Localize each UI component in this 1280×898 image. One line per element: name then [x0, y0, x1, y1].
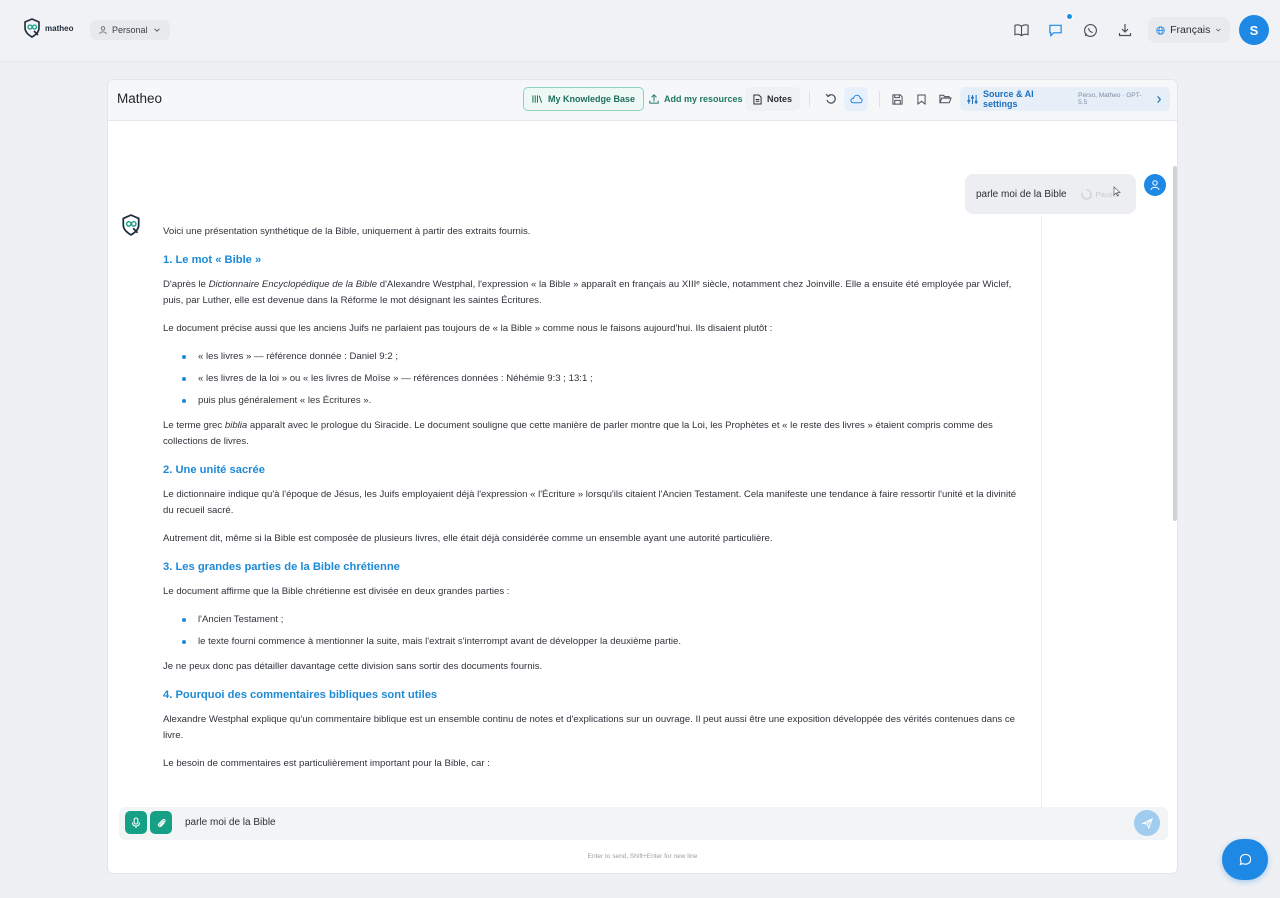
undo-icon[interactable]	[819, 87, 843, 111]
list-item: « les livres » — référence donnée : Dani…	[181, 349, 1028, 365]
settings-subtitle: Perso, Matheo · GPT-5.5	[1078, 92, 1142, 106]
answer-paragraph: Je ne peux donc pas détailler davantage …	[163, 661, 543, 672]
notification-dot	[1066, 13, 1073, 20]
section-heading: 2. Une unité sacrée	[163, 464, 265, 476]
text-span: apparaît avec le prologue du Siracide. L…	[163, 420, 993, 447]
user-avatar[interactable]: S	[1239, 15, 1269, 45]
list-item: « les livres de la loi » ou « les livres…	[181, 371, 1028, 387]
support-chat-button[interactable]	[1222, 839, 1268, 880]
shield-logo-icon	[24, 18, 40, 38]
top-bar: matheo Personal Français S	[0, 0, 1280, 62]
section-heading: 4. Pourquoi des commentaires bibliques s…	[163, 689, 438, 701]
matheo-logo[interactable]: matheo	[22, 18, 73, 38]
answer-paragraph: Le besoin de commentaires est particuliè…	[163, 758, 490, 769]
add-resources-label: Add my resources	[664, 94, 743, 104]
composer-hint: Enter to send, Shift+Enter for new line	[587, 853, 698, 860]
user-message-bubble: parle moi de la Bible Pause	[965, 174, 1136, 214]
chat-area[interactable]: parle moi de la Bible Pause Voici une pr…	[108, 121, 1177, 827]
mouse-cursor	[1113, 184, 1121, 202]
chat-bubble-icon	[1239, 853, 1251, 866]
chat-panel: Matheo My Knowledge Base Add my resource…	[107, 79, 1178, 874]
chevron-right-icon	[1157, 95, 1162, 103]
answer-paragraph: Autrement dit, même si la Bible est comp…	[163, 533, 773, 544]
panel-header: Matheo My Knowledge Base Add my resource…	[108, 80, 1177, 121]
note-icon	[753, 94, 762, 104]
microphone-icon	[131, 816, 141, 828]
italic-title: Dictionnaire Encyclopédique de la Bible	[208, 279, 378, 290]
answer-paragraph: Alexandre Westphal explique qu'un commen…	[163, 714, 1016, 741]
user-icon	[1150, 180, 1160, 190]
assistant-message: Voici une présentation synthétique de la…	[163, 224, 1028, 784]
message-input[interactable]: parle moi de la Bible	[185, 817, 276, 828]
settings-label: Source & AI settings	[982, 89, 1034, 109]
whatsapp-icon[interactable]	[1078, 18, 1102, 42]
library-icon	[532, 95, 543, 103]
send-icon	[1141, 817, 1153, 829]
answer-paragraph: Le document affirme que la Bible chrétie…	[163, 586, 510, 597]
message-composer: parle moi de la Bible	[119, 807, 1168, 840]
download-icon[interactable]	[1113, 18, 1137, 42]
bullet-list: « les livres » — référence donnée : Dani…	[181, 349, 1028, 409]
shield-logo-icon	[122, 214, 140, 236]
language-label: Français	[1170, 24, 1211, 36]
divider	[879, 91, 880, 107]
microphone-button[interactable]	[125, 811, 147, 834]
panel-title: Matheo	[117, 91, 163, 106]
knowledge-base-button[interactable]: My Knowledge Base	[523, 87, 645, 111]
spinner-icon	[1081, 188, 1092, 200]
answer-paragraph: Le document précise aussi que les ancien…	[163, 323, 773, 334]
workspace-label: Personal	[112, 25, 148, 35]
divider	[1041, 217, 1042, 827]
text-span: Le terme grec	[163, 420, 225, 431]
book-icon[interactable]	[1009, 18, 1033, 42]
notes-label: Notes	[767, 94, 793, 104]
answer-intro: Voici une présentation synthétique de la…	[163, 226, 531, 237]
add-resources-button[interactable]: Add my resources	[641, 87, 751, 111]
folder-open-icon[interactable]	[933, 87, 957, 111]
divider	[809, 91, 810, 107]
list-item: l'Ancien Testament ;	[181, 612, 1028, 628]
pause-button[interactable]: Pause	[1081, 188, 1117, 200]
user-icon	[99, 26, 107, 34]
save-icon[interactable]	[885, 87, 909, 111]
send-button[interactable]	[1134, 810, 1160, 836]
bookmark-icon[interactable]	[909, 87, 933, 111]
paperclip-icon	[157, 818, 166, 827]
chevron-down-icon	[1216, 28, 1221, 32]
language-selector[interactable]: Français	[1148, 17, 1230, 43]
logo-text: matheo	[45, 23, 74, 33]
sliders-icon	[967, 94, 978, 104]
text-span: D'après le	[163, 279, 209, 290]
chevron-down-icon	[153, 28, 160, 32]
list-item: puis plus généralement « les Écritures »…	[181, 393, 1028, 409]
answer-paragraph: Le dictionnaire indique qu'à l'époque de…	[163, 489, 1017, 516]
user-message-text: parle moi de la Bible	[976, 188, 1067, 200]
globe-icon	[1156, 25, 1165, 35]
source-ai-settings-button[interactable]: Source & AI settings Perso, Matheo · GPT…	[960, 87, 1170, 111]
answer-paragraph: Le terme grec biblia apparaît avec le pr…	[163, 418, 1028, 450]
notes-button[interactable]: Notes	[745, 87, 801, 111]
attach-button[interactable]	[150, 811, 172, 834]
section-heading: 3. Les grandes parties de la Bible chrét…	[163, 561, 400, 573]
chat-icon[interactable]	[1043, 18, 1067, 42]
assistant-avatar	[120, 214, 142, 241]
user-message-avatar	[1144, 174, 1166, 196]
workspace-selector[interactable]: Personal	[90, 20, 170, 40]
knowledge-base-label: My Knowledge Base	[548, 94, 636, 104]
section-heading: 1. Le mot « Bible »	[163, 254, 262, 266]
list-item: le texte fourni commence à mentionner la…	[181, 634, 1028, 650]
scrollbar[interactable]	[1173, 166, 1177, 521]
upload-icon	[649, 94, 659, 104]
bullet-list: l'Ancien Testament ; le texte fourni com…	[181, 612, 1028, 650]
cloud-icon[interactable]	[844, 87, 868, 111]
answer-paragraph: D'après le Dictionnaire Encyclopédique d…	[163, 277, 1028, 309]
italic-term: biblia	[224, 420, 248, 431]
